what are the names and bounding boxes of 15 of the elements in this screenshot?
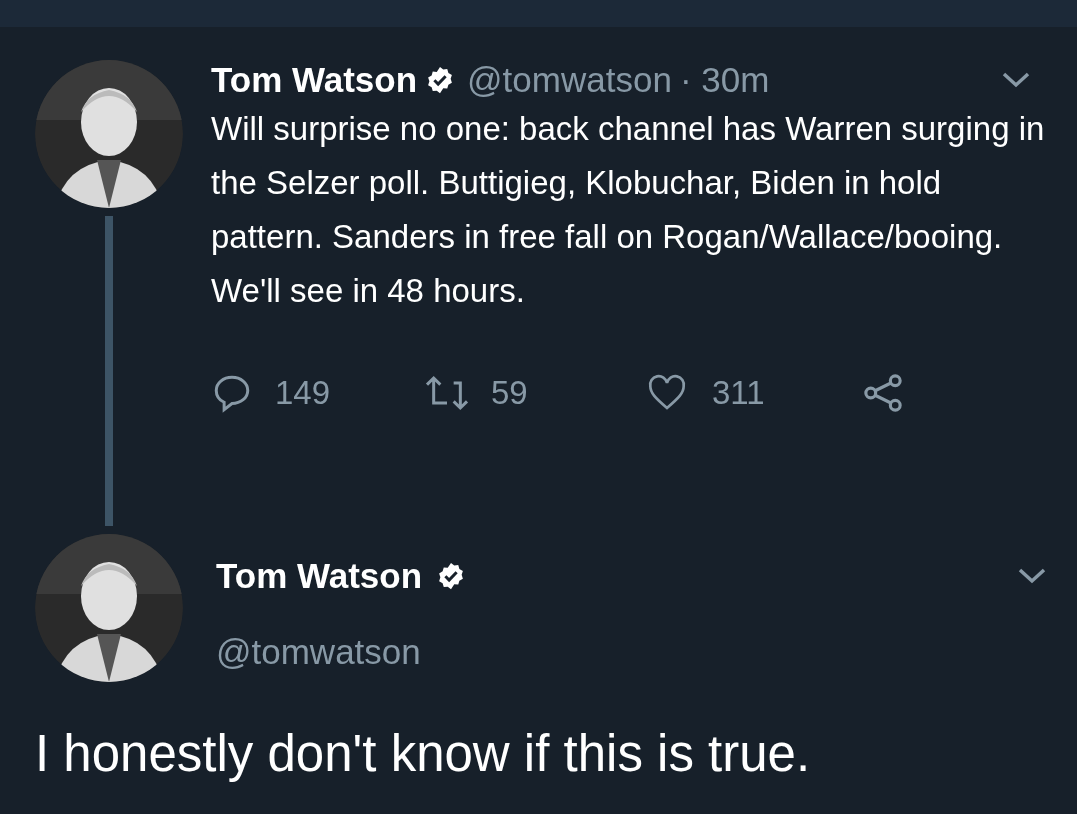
author-handle[interactable]: @tomwatson	[216, 626, 1077, 679]
avatar[interactable]	[35, 60, 183, 208]
chevron-down-icon[interactable]	[1017, 567, 1047, 585]
retweet-button[interactable]: 59	[421, 368, 646, 418]
like-button[interactable]: 311	[646, 368, 861, 418]
reply-button[interactable]: 149	[211, 368, 421, 418]
author-handle[interactable]: @tomwatson	[467, 53, 672, 107]
tweet-text: I honestly don't know if this is true.	[35, 724, 812, 784]
share-icon[interactable]	[861, 372, 905, 414]
author-name[interactable]: Tom Watson	[211, 53, 418, 107]
chevron-down-icon[interactable]	[1001, 71, 1031, 89]
author-name[interactable]: Tom Watson	[216, 549, 423, 603]
timestamp: · 30m	[679, 58, 770, 101]
tweet-text: Will surprise no one: back channel has Warren surging in the Selzer poll. Buttigieg, Klobuchar, Biden in hold pattern. Sanders in free fall on Rogan/Wallace/booing. We'll see in 48 hours.	[211, 109, 1046, 311]
avatar[interactable]	[35, 534, 183, 682]
